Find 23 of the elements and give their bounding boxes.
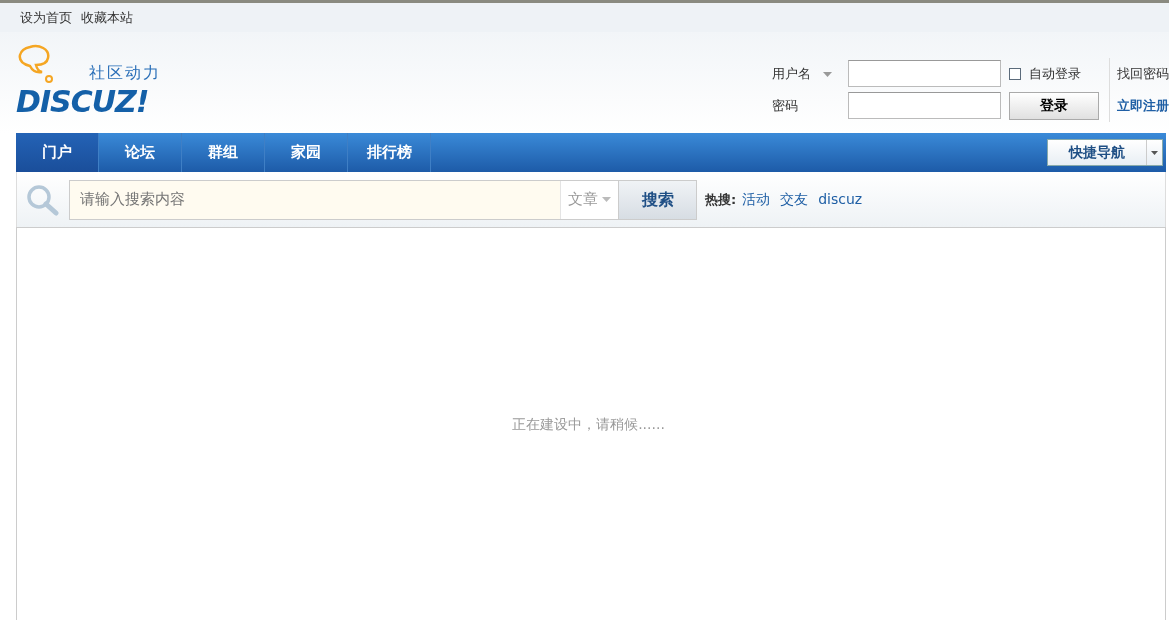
logo-tagline: 社区动力 [89, 62, 162, 84]
logo-wordmark: DISCUZ! [16, 87, 150, 117]
topbar-link[interactable]: 设为首页 [20, 7, 72, 28]
hot-search-link[interactable]: 交友 [780, 189, 809, 210]
hot-search-label: 热搜: [705, 190, 737, 209]
password-label: 密码 [771, 98, 798, 113]
topbar-link[interactable]: 收藏本站 [81, 7, 133, 28]
remember-label: 自动登录 [1029, 66, 1082, 81]
nav-tab[interactable]: 门户 [16, 133, 99, 172]
login-button[interactable]: 登录 [1009, 91, 1099, 120]
username-field[interactable] [848, 60, 1001, 88]
quick-nav-button[interactable]: 快捷导航 [1047, 139, 1163, 166]
hot-search-link[interactable]: discuz [818, 189, 863, 210]
password-field[interactable] [848, 92, 1001, 120]
hot-search-link[interactable]: 活动 [742, 189, 771, 210]
status-message: 正在建设中，请稍候...... [512, 414, 665, 434]
username-label: 用户名 [771, 66, 811, 81]
forgot-password-link[interactable]: 找回密码 [1117, 64, 1169, 84]
caret-icon [823, 72, 832, 77]
register-link[interactable]: 立即注册 [1117, 96, 1169, 116]
search-icon [25, 183, 61, 216]
caret-icon [1151, 150, 1158, 155]
remember-checkbox[interactable] [1009, 68, 1021, 81]
